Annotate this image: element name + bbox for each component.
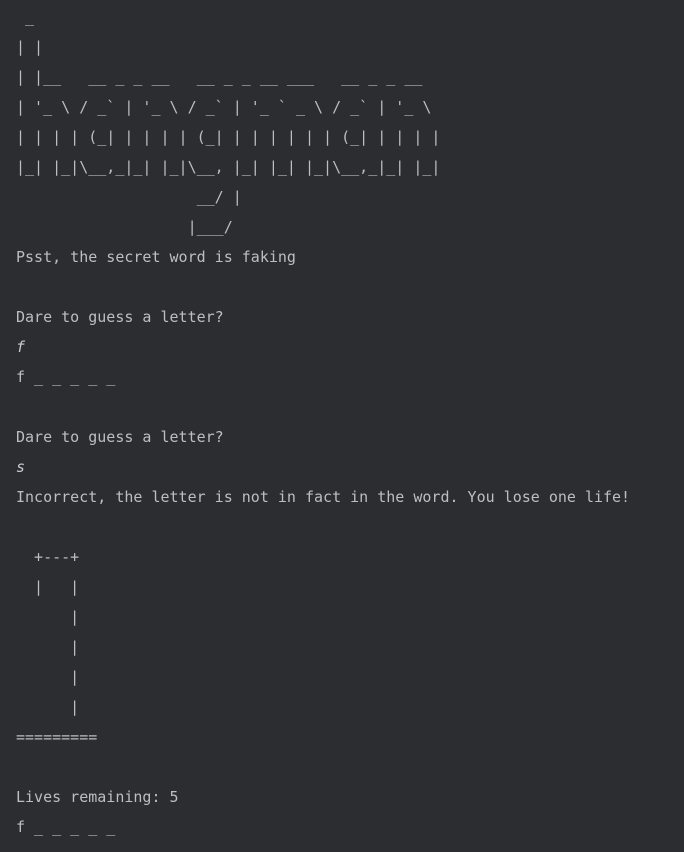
gallows-line: +---+ <box>16 548 80 566</box>
secret-word-message: Psst, the secret word is faking <box>16 248 296 266</box>
gallows-line: | <box>16 638 80 656</box>
gallows-line: | <box>16 668 80 686</box>
incorrect-message: Incorrect, the letter is not in fact in … <box>16 488 631 506</box>
gallows-line: | | <box>16 578 80 596</box>
user-guess-input: f <box>16 338 26 356</box>
banner-line: _ <box>16 8 35 26</box>
lives-remaining: Lives remaining: 5 <box>16 788 179 806</box>
banner-line: | '_ \ / _` | '_ \ / _` | '_ ` _ \ / _` … <box>16 98 432 116</box>
gallows-line: | <box>16 608 80 626</box>
user-guess-input: s <box>16 458 26 476</box>
console-output: _ | | | |__ __ _ _ __ __ _ _ __ ___ __ _… <box>0 0 684 852</box>
banner-line: | | <box>16 38 44 56</box>
guess-prompt: Dare to guess a letter? <box>16 428 224 446</box>
gallows-line: ========= <box>16 728 98 746</box>
banner-line: |___/ <box>16 218 233 236</box>
banner-line: |_| |_|\__,_|_| |_|\__, |_| |_| |_|\__,_… <box>16 158 441 176</box>
gallows-line: | <box>16 698 80 716</box>
word-progress: f _ _ _ _ _ <box>16 368 116 386</box>
word-progress: f _ _ _ _ _ <box>16 818 116 836</box>
banner-line: | |__ __ _ _ __ __ _ _ __ ___ __ _ _ __ <box>16 68 423 86</box>
banner-line: | | | | (_| | | | | (_| | | | | | | (_| … <box>16 128 441 146</box>
banner-line: __/ | <box>16 188 242 206</box>
guess-prompt: Dare to guess a letter? <box>16 308 224 326</box>
